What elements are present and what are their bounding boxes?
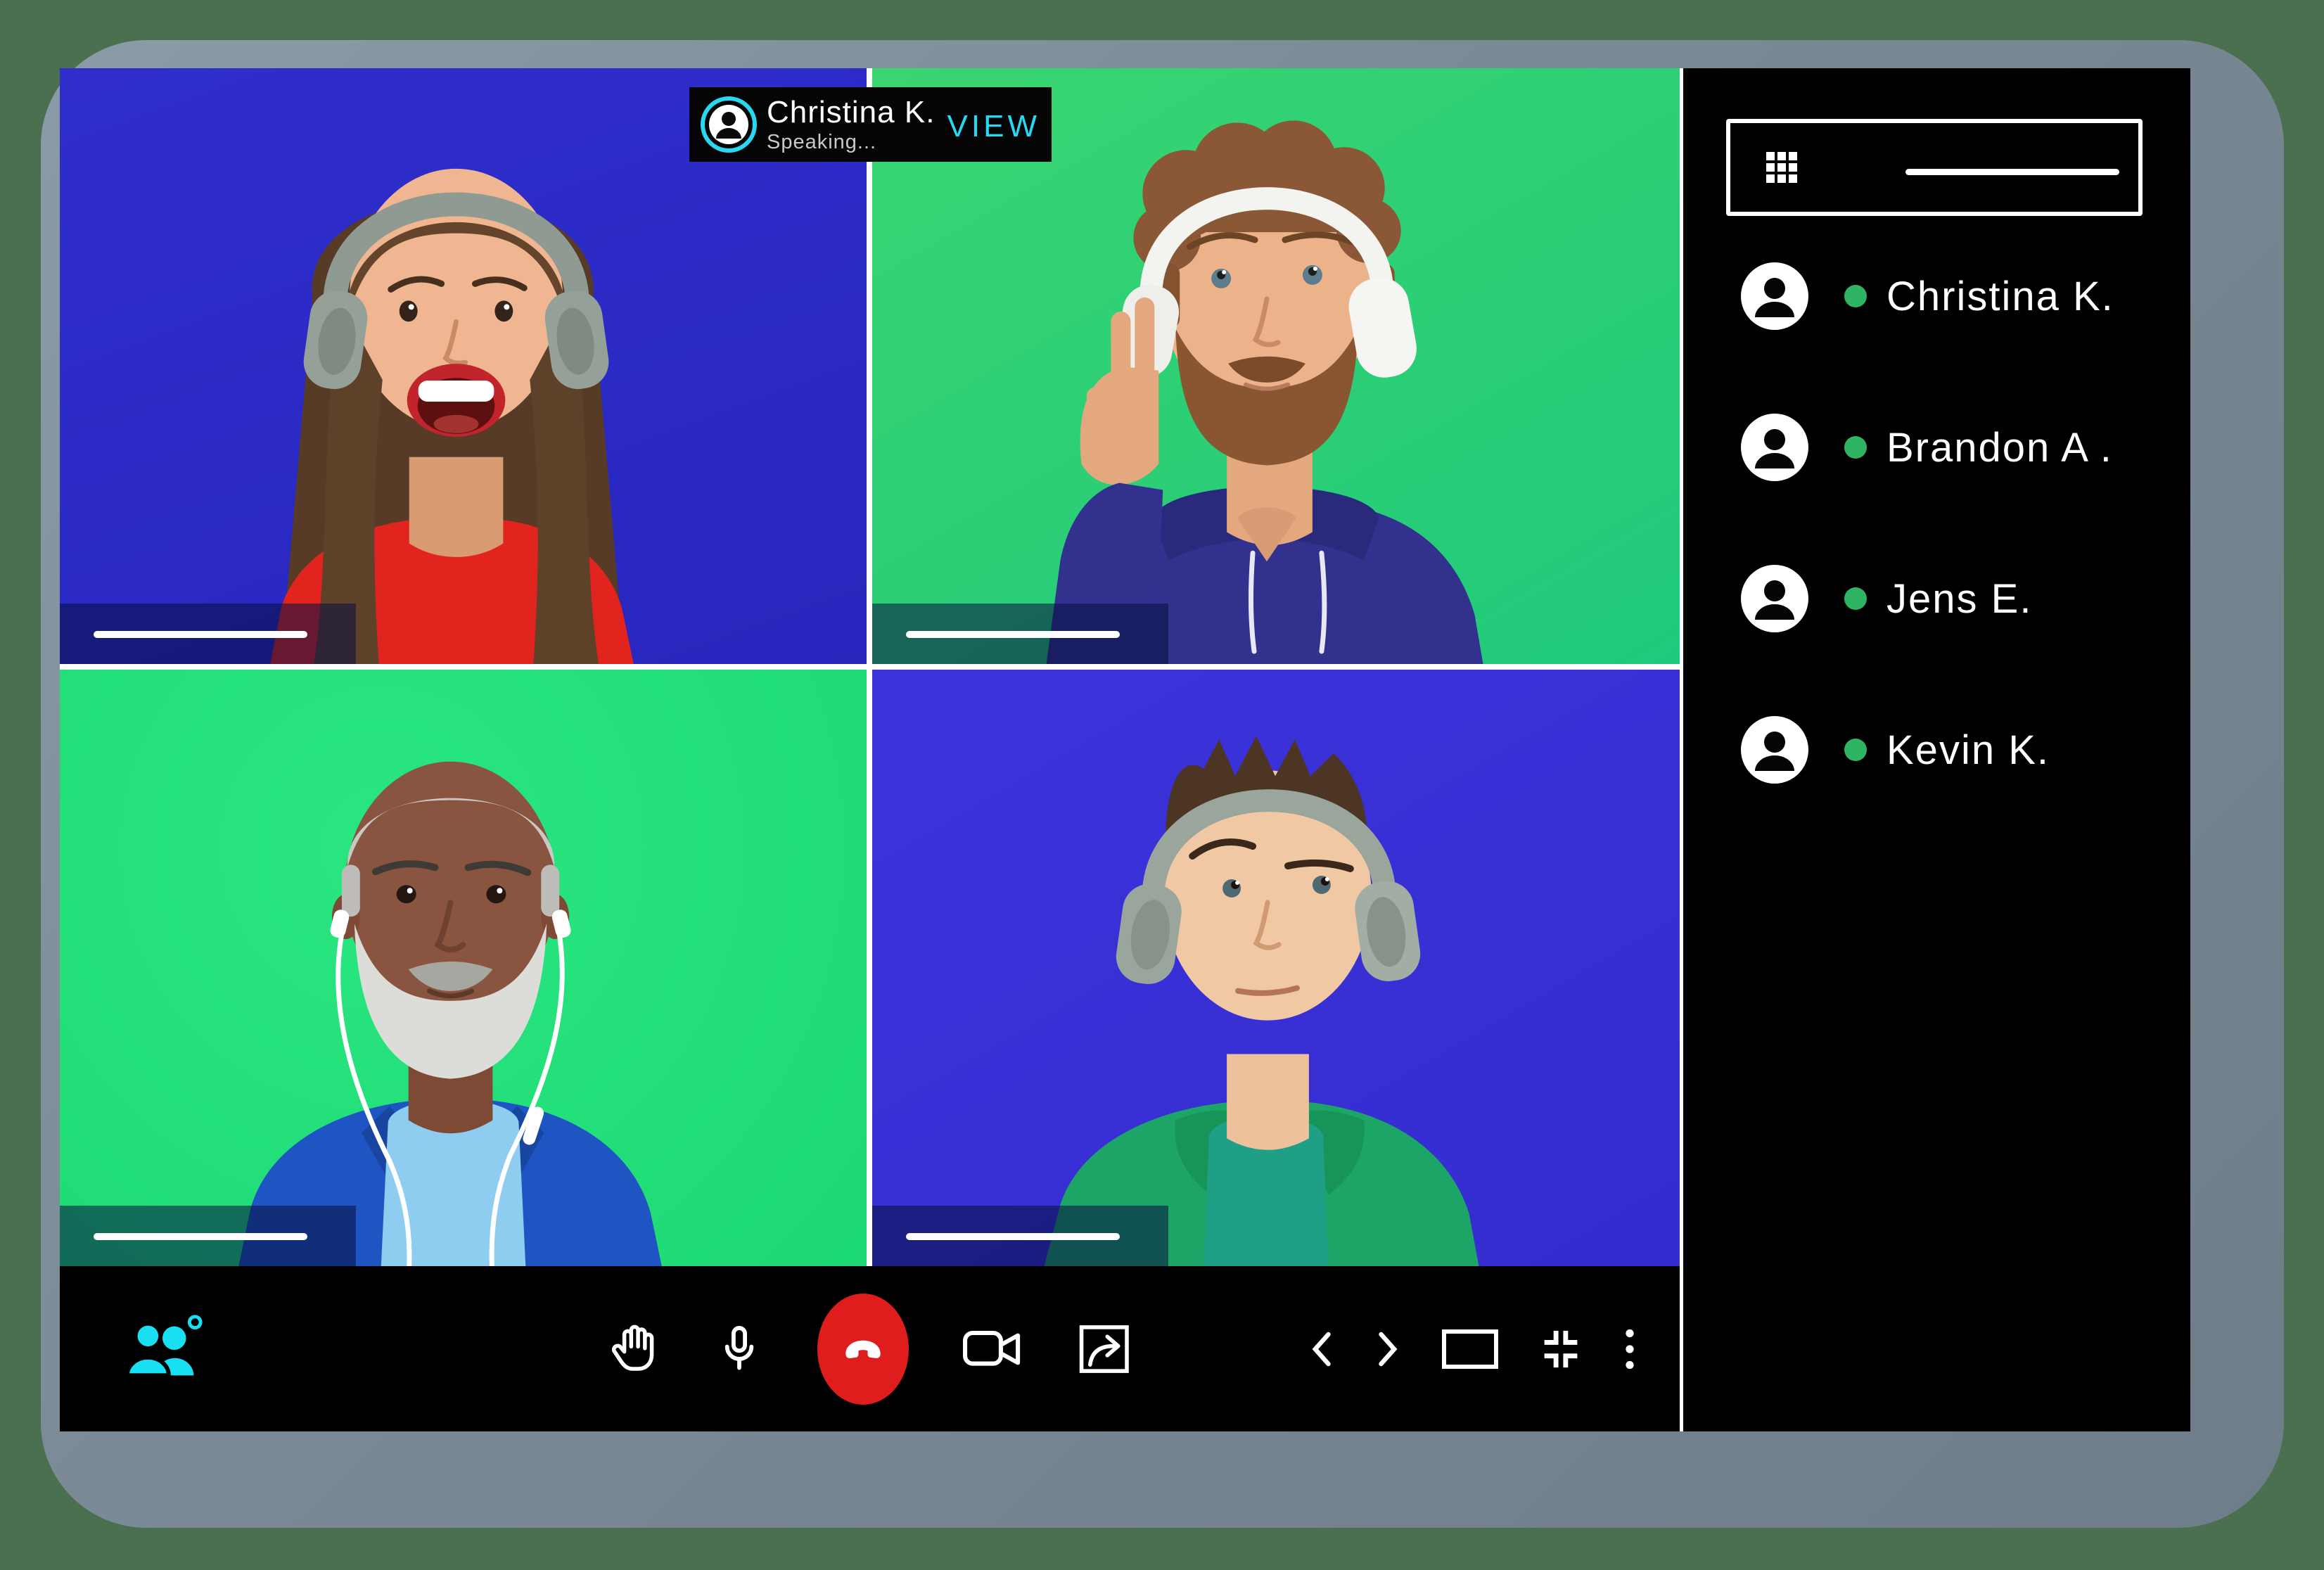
chevron-left-icon xyxy=(1307,1329,1335,1369)
layout-switcher[interactable] xyxy=(1726,119,2143,216)
camera-button[interactable] xyxy=(961,1324,1026,1374)
participant-name-placeholder xyxy=(94,631,307,638)
tile-divider-horizontal xyxy=(60,664,1680,670)
participant-name-placeholder xyxy=(906,1233,1120,1240)
presence-dot xyxy=(1844,739,1867,761)
participant-video-kevin xyxy=(872,670,1680,1266)
microphone-icon xyxy=(713,1323,765,1375)
participant-name: Kevin K. xyxy=(1886,727,2050,774)
raise-hand-icon xyxy=(606,1322,661,1377)
end-call-button[interactable] xyxy=(817,1294,909,1405)
raise-hand-button[interactable] xyxy=(606,1322,661,1377)
user-avatar-icon xyxy=(1741,414,1808,481)
participant-list-item[interactable]: Christina K. xyxy=(1683,254,2190,338)
speaker-avatar-icon xyxy=(699,95,758,154)
user-avatar-icon xyxy=(1741,716,1808,784)
video-grid: Christina K. Speaking... VIEW xyxy=(60,68,1680,1431)
participant-video-jens xyxy=(60,670,867,1266)
layout-button[interactable] xyxy=(1442,1329,1498,1369)
participants-icon xyxy=(122,1314,205,1384)
share-screen-button[interactable] xyxy=(1078,1321,1134,1377)
presence-dot xyxy=(1844,587,1867,610)
user-avatar-icon xyxy=(1741,565,1808,632)
previous-button[interactable] xyxy=(1307,1329,1335,1369)
participant-name: Christina K. xyxy=(1886,273,2114,320)
participant-name-band xyxy=(60,1206,356,1266)
view-button[interactable]: VIEW xyxy=(947,109,1040,144)
participant-name-band xyxy=(60,604,356,664)
video-tile-jens[interactable] xyxy=(60,670,867,1266)
page-background: Christina K. Speaking... VIEW xyxy=(0,0,2324,1570)
presence-dot xyxy=(1844,436,1867,459)
speaking-badge[interactable]: Christina K. Speaking... VIEW xyxy=(689,87,1052,162)
layout-title-placeholder xyxy=(1905,169,2119,175)
participants-button[interactable] xyxy=(122,1314,205,1384)
participants-sidebar: Christina K. Brandon A . Jens E. xyxy=(1683,68,2190,1431)
chevron-right-icon xyxy=(1374,1329,1403,1369)
presence-dot xyxy=(1844,285,1867,307)
participant-name: Brandon A . xyxy=(1886,424,2113,471)
more-options-button[interactable] xyxy=(1623,1327,1636,1371)
video-tile-kevin[interactable] xyxy=(872,670,1680,1266)
participant-name-band xyxy=(872,604,1168,664)
participant-name-placeholder xyxy=(906,631,1120,638)
video-call-window: Christina K. Speaking... VIEW xyxy=(60,68,2190,1431)
speaker-info: Christina K. Speaking... xyxy=(767,97,935,153)
next-button[interactable] xyxy=(1374,1329,1403,1369)
share-screen-icon xyxy=(1078,1321,1134,1377)
participant-list-item[interactable]: Jens E. xyxy=(1683,556,2190,641)
collapse-icon xyxy=(1538,1326,1584,1372)
participant-list-item[interactable]: Brandon A . xyxy=(1683,405,2190,490)
collapse-button[interactable] xyxy=(1538,1326,1584,1372)
grid-layout-icon xyxy=(1765,151,1799,184)
user-avatar-icon xyxy=(1741,262,1808,330)
participant-list-item[interactable]: Kevin K. xyxy=(1683,708,2190,792)
more-options-icon xyxy=(1623,1327,1636,1371)
end-call-icon xyxy=(838,1324,888,1374)
participant-name: Jens E. xyxy=(1886,575,2032,623)
call-toolbar xyxy=(60,1266,1680,1431)
layout-rectangle-icon xyxy=(1442,1329,1498,1369)
participant-name-placeholder xyxy=(94,1233,307,1240)
camera-icon xyxy=(961,1324,1026,1374)
participant-name-band xyxy=(872,1206,1168,1266)
microphone-button[interactable] xyxy=(713,1323,765,1375)
speaker-name: Christina K. xyxy=(767,97,935,128)
speaker-status: Speaking... xyxy=(767,132,935,153)
